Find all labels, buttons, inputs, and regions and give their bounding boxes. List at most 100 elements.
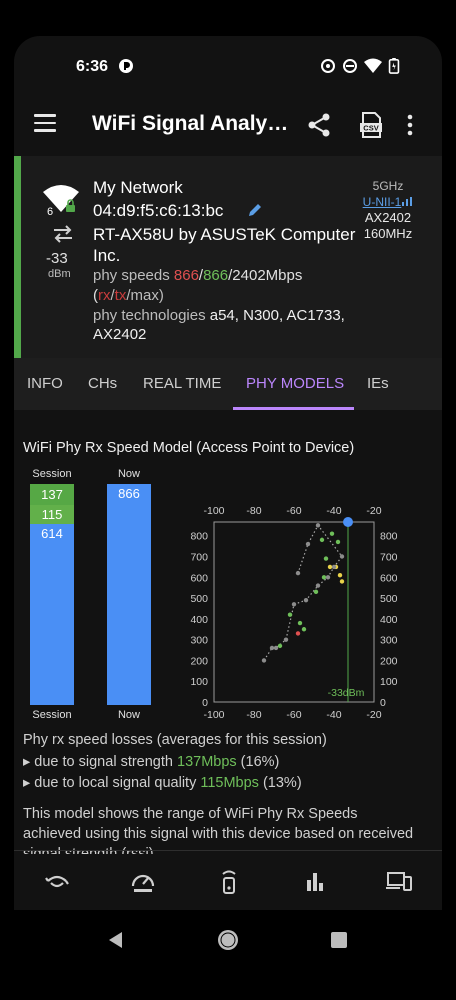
data-point <box>269 645 275 651</box>
session-label-bottom: Session <box>32 709 72 721</box>
share-icon[interactable] <box>306 112 332 138</box>
model-title: WiFi Phy Rx Speed Model (Access Point to… <box>23 440 355 456</box>
tab-info[interactable]: INFO <box>27 375 63 392</box>
data-point <box>339 554 345 559</box>
edit-icon[interactable] <box>247 202 263 218</box>
phy-model-panel[interactable]: WiFi Phy Rx Speed Model (Access Point to… <box>14 410 442 862</box>
session-label-top: Session <box>32 468 72 480</box>
tab-real-time[interactable]: REAL TIME <box>143 375 221 392</box>
back-icon[interactable] <box>106 930 124 950</box>
tab-ies[interactable]: IEs <box>367 375 389 392</box>
data-point <box>283 637 289 642</box>
y-tick-left-label: 700 <box>190 552 208 564</box>
data-point <box>337 573 343 578</box>
wifi-generation: 6 <box>47 206 53 216</box>
wifi-link-icon[interactable] <box>44 868 70 894</box>
data-point <box>319 537 325 543</box>
x-tick-bottom-label: -40 <box>326 709 341 721</box>
data-point <box>343 517 353 527</box>
recents-icon[interactable] <box>331 932 347 948</box>
signal-bars-icon <box>402 197 413 206</box>
band-width: 160MHz <box>363 226 413 241</box>
band-channel-link[interactable]: U-NII-1 <box>356 194 420 210</box>
more-vert-icon[interactable] <box>406 112 414 138</box>
data-point <box>277 643 283 649</box>
data-point <box>273 645 279 651</box>
y-tick-right-label: 500 <box>380 593 398 605</box>
phy-speed-chart: -100-100-80-80-60-60-40-40-20-200 0100 100… <box>190 505 398 721</box>
data-point <box>301 627 307 632</box>
bottom-nav <box>14 854 442 910</box>
data-point <box>297 620 303 626</box>
rssi-marker-label: -33dBm <box>328 687 365 699</box>
tab-phy-models[interactable]: PHY MODELS <box>246 375 344 392</box>
now-bar: 866 <box>107 484 151 705</box>
x-tick-top-label: -80 <box>246 505 261 517</box>
tab-bar: INFO CHs REAL TIME PHY MODELS IEs <box>14 358 442 410</box>
phy-speeds: phy speeds 866/866/2402Mbps (rx/tx/max) <box>93 266 371 306</box>
phy-speed-tx: 866 <box>203 267 229 284</box>
y-tick-left-label: 0 <box>202 697 208 709</box>
x-tick-bottom-label: -80 <box>246 709 261 721</box>
speedometer-icon[interactable] <box>130 868 156 894</box>
data-point <box>287 612 293 617</box>
y-tick-right-label: 0 <box>380 697 386 709</box>
session-segment-quality: 115 <box>30 505 74 524</box>
svg-text:CSV: CSV <box>363 124 378 133</box>
y-tick-left-label: 500 <box>190 593 208 605</box>
y-tick-right-label: 600 <box>380 572 398 584</box>
status-bar: 6:36 <box>14 36 442 96</box>
data-point <box>295 631 301 636</box>
data-point <box>315 583 321 588</box>
x-tick-top-label: -20 <box>366 505 381 517</box>
dnd-icon <box>343 59 357 73</box>
phy-speed-rx: 866 <box>173 267 199 284</box>
loss-signal-value: 137Mbps <box>177 754 237 770</box>
phy-tech-label: phy technologies <box>93 307 210 324</box>
swap-direction-icon <box>54 225 72 243</box>
now-label-bottom: Now <box>117 709 140 721</box>
system-nav <box>14 910 442 990</box>
network-bssid: 04:d9:f5:c6:13:bc <box>93 201 224 220</box>
phone-frame: 6:36 WiFi Signal Analy… CSV 6 -33 dBm My… <box>0 0 456 1000</box>
data-point <box>321 575 327 580</box>
bar-chart-icon[interactable] <box>302 868 328 894</box>
app-bar: WiFi Signal Analy… CSV <box>14 96 442 156</box>
y-tick-right-label: 200 <box>380 655 398 667</box>
now-label-top: Now <box>117 468 140 480</box>
chart-plot-area <box>213 521 375 703</box>
data-point <box>315 523 321 528</box>
session-segment-signal: 137 <box>30 484 74 505</box>
router-icon[interactable] <box>216 868 242 894</box>
network-card[interactable]: 6 -33 dBm My Network 04:d9:f5:c6:13:bc R… <box>14 156 442 358</box>
loss-signal-quality: ▸ due to local signal quality 115Mbps (1… <box>23 775 302 791</box>
session-segment-achieved: 614 <box>30 524 74 705</box>
status-time: 6:36 <box>76 58 109 75</box>
x-tick-bottom-label: -100 <box>203 709 224 721</box>
divider <box>14 850 442 851</box>
y-tick-left-label: 300 <box>190 635 208 647</box>
home-icon[interactable] <box>217 929 239 951</box>
network-vendor: RT-AX58U by ASUSTeK Computer Inc. <box>93 225 356 265</box>
tab-channels[interactable]: CHs <box>88 375 117 392</box>
y-tick-right-label: 300 <box>380 635 398 647</box>
wifi-icon <box>364 58 382 73</box>
data-point <box>313 589 319 595</box>
x-tick-bottom-label: -60 <box>286 709 301 721</box>
x-tick-top-label: -60 <box>286 505 301 517</box>
legend-rx: rx <box>98 287 111 304</box>
y-tick-right-label: 700 <box>380 552 398 564</box>
losses-title: Phy rx speed losses (averages for this s… <box>23 732 327 748</box>
rssi-value: -33 <box>46 250 68 267</box>
phy-speeds-label: phy speeds <box>93 267 174 284</box>
y-tick-left-label: 400 <box>190 614 208 626</box>
band-info: 5GHz U-NII-1 AX2402 160MHz <box>356 178 420 242</box>
data-point <box>291 602 297 607</box>
menu-icon[interactable] <box>34 114 56 136</box>
x-tick-bottom-label: -20 <box>366 709 381 721</box>
data-point <box>329 531 335 536</box>
devices-icon[interactable] <box>386 868 412 894</box>
data-point <box>323 556 329 561</box>
x-tick-top-label: -100 <box>203 505 224 517</box>
csv-icon[interactable]: CSV <box>358 112 384 138</box>
